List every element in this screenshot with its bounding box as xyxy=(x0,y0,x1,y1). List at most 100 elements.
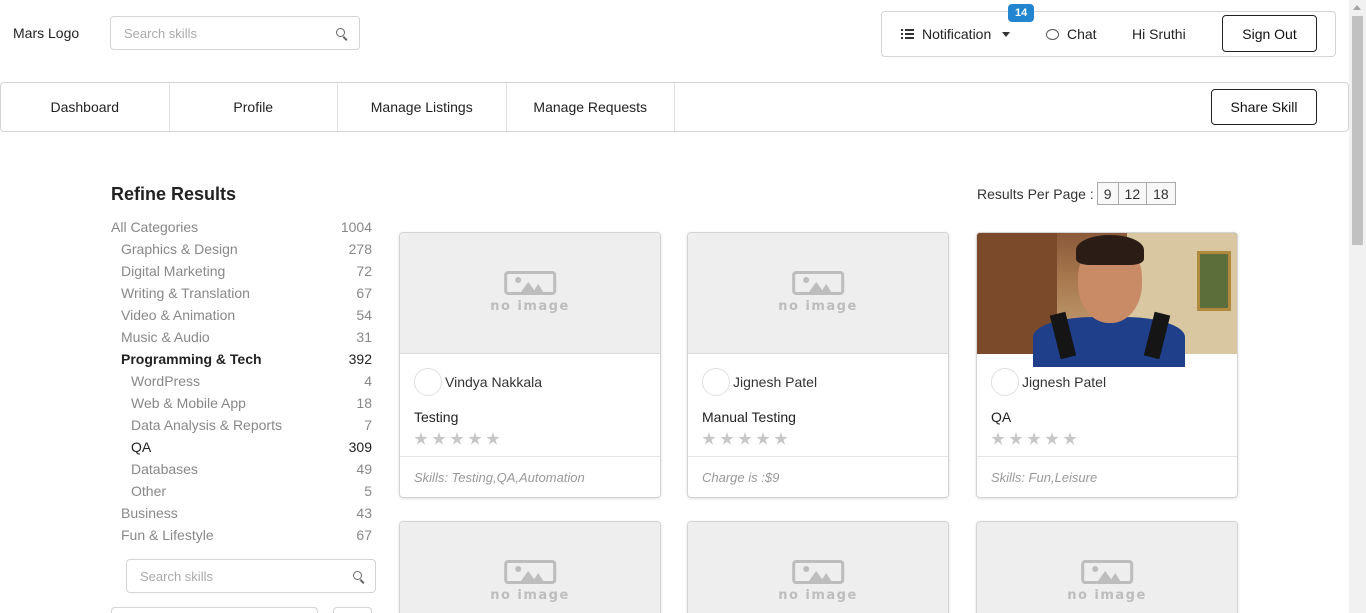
list-icon xyxy=(901,28,914,40)
skill-title[interactable]: Manual Testing xyxy=(702,409,796,425)
category-item[interactable]: Video & Animation 54 xyxy=(111,304,372,326)
card-footer: Charge is :$9 xyxy=(702,469,780,485)
search-input[interactable] xyxy=(111,17,359,49)
card-footer: Skills: Fun,Leisure xyxy=(991,469,1098,485)
seller-link[interactable]: Jignesh Patel xyxy=(702,368,817,396)
no-image-icon: no image xyxy=(490,560,570,603)
star-icon xyxy=(1027,432,1041,445)
category-item[interactable]: Business 43 xyxy=(111,502,372,524)
star-icon xyxy=(414,432,428,445)
skill-card: Jignesh Patel QA Skills: Fun,Leisure xyxy=(976,232,1238,498)
category-item-active[interactable]: Programming & Tech 392 xyxy=(111,348,372,370)
share-skill-button[interactable]: Share Skill xyxy=(1211,89,1317,125)
per-page-18-button[interactable]: 18 xyxy=(1146,182,1176,205)
star-icon xyxy=(991,432,1005,445)
tab-manage-listings[interactable]: Manage Listings xyxy=(338,83,507,131)
header-search xyxy=(110,16,360,50)
notification-badge: 14 xyxy=(1008,4,1035,22)
card-image[interactable]: no image xyxy=(688,522,948,613)
category-item[interactable]: Fun & Lifestyle 67 xyxy=(111,524,372,546)
skill-card: no image xyxy=(976,521,1238,613)
seller-name: Jignesh Patel xyxy=(733,374,818,390)
category-item[interactable]: Digital Marketing 72 xyxy=(111,260,372,282)
avatar xyxy=(414,368,442,396)
subcategory-item[interactable]: Web & Mobile App 18 xyxy=(111,392,372,414)
star-icon xyxy=(738,432,752,445)
user-greeting: Hi Sruthi xyxy=(1132,26,1186,42)
chevron-down-icon xyxy=(1002,31,1011,37)
tab-manage-requests[interactable]: Manage Requests xyxy=(507,83,675,131)
scrollbar-thumb[interactable] xyxy=(1352,16,1363,245)
sidebar-search-input[interactable] xyxy=(127,560,375,592)
rating-stars xyxy=(702,432,792,446)
star-icon xyxy=(720,432,734,445)
star-icon xyxy=(432,432,446,445)
skill-card: no image xyxy=(687,521,949,613)
rating-stars xyxy=(991,432,1081,446)
star-icon xyxy=(468,432,482,445)
per-page-9-button[interactable]: 9 xyxy=(1096,182,1119,205)
seller-link[interactable]: Jignesh Patel xyxy=(991,368,1106,396)
seller-name: Vindya Nakkala xyxy=(445,374,543,390)
card-image[interactable]: no image xyxy=(688,233,948,354)
skill-title[interactable]: QA xyxy=(991,409,1011,425)
subcategory-item-selected[interactable]: QA 309 xyxy=(111,436,372,458)
subcategory-item[interactable]: Other 5 xyxy=(111,480,372,502)
search-icon[interactable] xyxy=(336,28,349,41)
no-image-icon: no image xyxy=(778,560,858,603)
star-icon xyxy=(486,432,500,445)
category-item[interactable]: Graphics & Design 278 xyxy=(111,238,372,260)
avatar xyxy=(702,368,730,396)
skill-card: no image xyxy=(399,521,661,613)
skill-title[interactable]: Testing xyxy=(414,409,458,425)
skill-card: no image Vindya Nakkala Testing Skills: … xyxy=(399,232,661,498)
per-page-12-button[interactable]: 12 xyxy=(1117,182,1148,205)
page-scrollbar[interactable] xyxy=(1349,0,1366,613)
refine-results-title: Refine Results xyxy=(111,184,237,204)
card-image[interactable]: no image xyxy=(977,522,1237,613)
site-logo[interactable]: Mars Logo xyxy=(13,25,79,41)
results-per-page: Results Per Page : 9 12 18 xyxy=(977,182,1176,205)
avatar xyxy=(991,368,1019,396)
rating-stars xyxy=(414,432,504,446)
star-icon xyxy=(756,432,770,445)
star-icon xyxy=(702,432,716,445)
main-nav: Dashboard Profile Manage Listings Manage… xyxy=(0,82,1349,132)
filter-input-partial[interactable] xyxy=(111,607,318,613)
filter-button-partial[interactable] xyxy=(333,607,372,613)
results-per-page-label: Results Per Page : xyxy=(977,185,1094,202)
card-image[interactable]: no image xyxy=(400,522,660,613)
sign-out-button[interactable]: Sign Out xyxy=(1222,15,1317,52)
star-icon xyxy=(1063,432,1077,445)
star-icon xyxy=(774,432,788,445)
chat-link[interactable]: Chat xyxy=(1046,12,1097,56)
no-image-icon: no image xyxy=(1067,560,1147,603)
star-icon xyxy=(1009,432,1023,445)
card-image[interactable]: no image xyxy=(400,233,660,354)
subcategory-item[interactable]: Data Analysis & Reports 7 xyxy=(111,414,372,436)
no-image-icon: no image xyxy=(778,271,858,314)
notification-dropdown[interactable]: Notification xyxy=(901,12,1011,56)
sidebar-search xyxy=(126,559,376,593)
seller-name: Jignesh Patel xyxy=(1022,374,1107,390)
tab-dashboard[interactable]: Dashboard xyxy=(1,83,170,131)
star-icon xyxy=(1045,432,1059,445)
seller-link[interactable]: Vindya Nakkala xyxy=(414,368,542,396)
search-icon[interactable] xyxy=(353,571,366,584)
star-icon xyxy=(450,432,464,445)
subcategory-item[interactable]: WordPress 4 xyxy=(111,370,372,392)
card-photo[interactable] xyxy=(977,233,1237,367)
chat-label: Chat xyxy=(1067,26,1097,42)
tab-profile[interactable]: Profile xyxy=(170,83,338,131)
category-list: All Categories 1004 Graphics & Design 278 … xyxy=(111,216,372,546)
chevron-up-icon[interactable] xyxy=(1353,5,1361,10)
category-item[interactable]: Writing & Translation 67 xyxy=(111,282,372,304)
subcategory-item[interactable]: Databases 49 xyxy=(111,458,372,480)
category-item[interactable]: Music & Audio 31 xyxy=(111,326,372,348)
no-image-icon: no image xyxy=(490,271,570,314)
card-footer: Skills: Testing,QA,Automation xyxy=(414,469,585,485)
chat-icon xyxy=(1046,28,1059,40)
category-item[interactable]: All Categories 1004 xyxy=(111,216,372,238)
skill-card: no image Jignesh Patel Manual Testing Ch… xyxy=(687,232,949,498)
notification-label: Notification xyxy=(922,26,992,42)
